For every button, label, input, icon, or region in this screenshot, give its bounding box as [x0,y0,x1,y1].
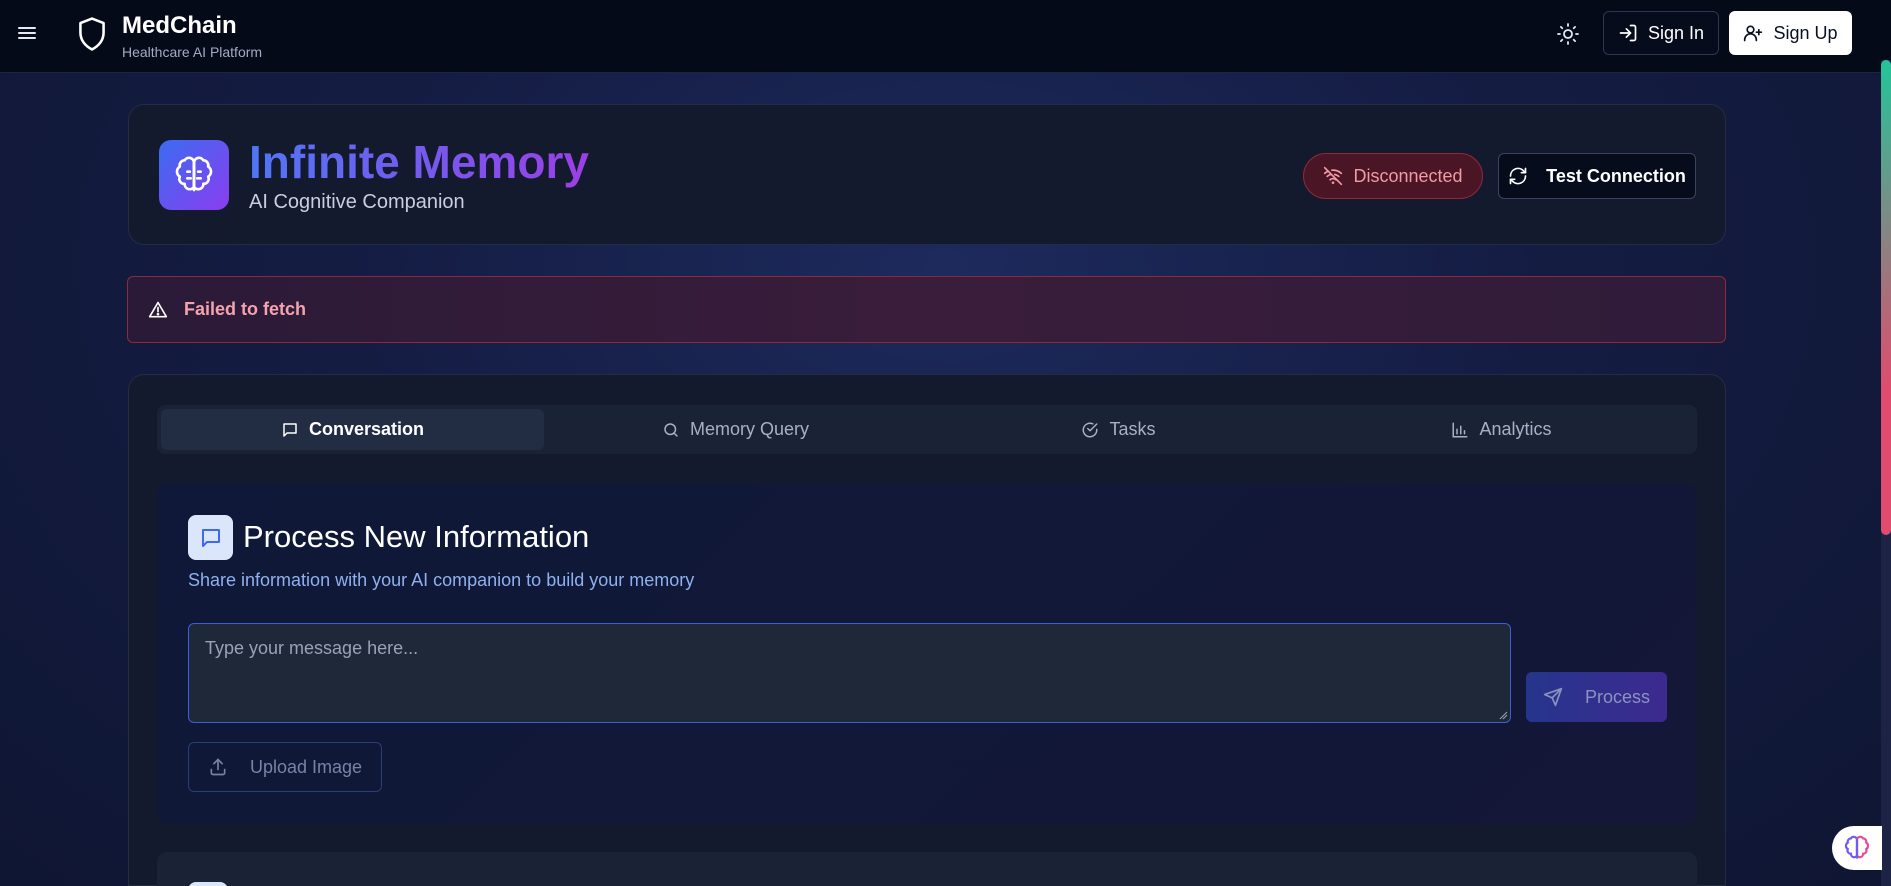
brand-name[interactable]: MedChain [122,12,237,40]
brand-subtitle: Healthcare AI Platform [122,44,263,60]
section-description: Share information with your AI companion… [188,570,695,590]
message-square-icon [201,528,220,547]
tab-label: Analytics [1479,419,1552,439]
brain-icon [1844,835,1870,859]
sign-in-label: Sign In [1647,22,1705,43]
sign-in-icon [1619,24,1637,42]
refresh-icon [1509,167,1527,185]
connection-status-badge: Disconnected [1303,153,1483,199]
process-information-card: Process New Information Share informatio… [157,484,1697,824]
tab-label: Memory Query [689,419,810,439]
wifi-off-icon [1324,166,1343,186]
user-plus-icon [1744,25,1763,42]
tab-conversation[interactable]: Conversation [161,409,544,450]
chat-badge [188,515,233,560]
tab-tasks[interactable]: Tasks [927,409,1310,450]
upload-image-button[interactable]: Upload Image [188,742,382,792]
brain-icon [175,156,213,192]
error-alert: Failed to fetch [127,276,1726,343]
page-subtitle: AI Cognitive Companion [249,191,465,213]
resize-handle-icon[interactable] [1498,710,1508,720]
page-title: Infinite Memory [249,136,589,188]
process-button[interactable]: Process [1526,672,1667,722]
warning-icon [148,301,168,317]
tab-label: Tasks [1109,419,1156,439]
sun-icon[interactable] [1556,22,1580,46]
section-title: Process New Information [243,519,590,554]
search-icon [664,422,678,437]
sign-up-button[interactable]: Sign Up [1729,11,1852,55]
message-input[interactable] [188,623,1511,723]
tab-bar: Conversation Memory Query Tasks Analytic… [157,405,1697,454]
send-icon [1543,687,1563,707]
connection-status-label: Disconnected [1353,165,1463,186]
upload-image-label: Upload Image [249,756,363,777]
menu-icon[interactable] [18,24,36,42]
scrollbar-thumb[interactable] [1881,60,1891,535]
sign-up-label: Sign Up [1773,22,1838,43]
tab-memory-query[interactable]: Memory Query [544,409,927,450]
top-navbar: MedChain Healthcare AI Platform Sign In … [0,0,1891,73]
ai-assistant-button[interactable] [1832,826,1882,870]
test-connection-button[interactable]: Test Connection [1498,153,1696,199]
upload-icon [210,758,226,776]
brain-logo [159,140,229,210]
tab-analytics[interactable]: Analytics [1310,409,1693,450]
section-badge [188,882,228,886]
header-card: Infinite Memory AI Cognitive Companion D… [128,104,1726,245]
error-message: Failed to fetch [184,299,307,319]
sign-in-button[interactable]: Sign In [1603,11,1719,55]
process-label: Process [1584,686,1651,707]
shield-icon [79,17,105,51]
chat-icon [283,422,297,437]
test-connection-label: Test Connection [1546,165,1686,186]
bar-chart-icon [1452,422,1468,437]
check-circle-icon [1083,422,1098,437]
next-section-card [157,852,1697,886]
tab-label: Conversation [308,419,425,439]
